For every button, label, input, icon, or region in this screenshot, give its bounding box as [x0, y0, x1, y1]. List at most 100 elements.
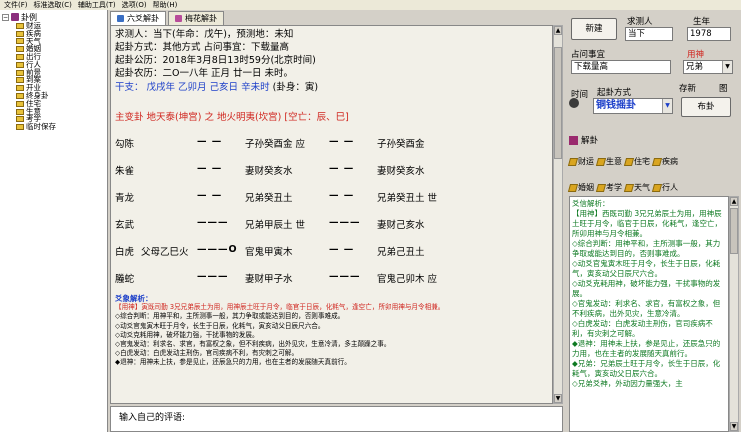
jiegua-label: 解卦: [581, 136, 599, 146]
ben-yao-line: — —: [197, 190, 223, 201]
bian-yao-text: 兄弟己丑土: [377, 247, 425, 258]
folder-icon: [16, 30, 24, 37]
scroll-thumb[interactable]: [554, 47, 562, 159]
quick-quick1-0[interactable]: 财运: [567, 156, 594, 167]
pen-icon: [623, 183, 635, 192]
asker-field[interactable]: 当下: [625, 27, 673, 41]
save-label[interactable]: 存新: [679, 82, 696, 94]
tree-item[interactable]: 婚姻: [2, 45, 107, 53]
matter-field[interactable]: 下载量高: [571, 60, 671, 74]
folder-icon: [16, 85, 24, 92]
scroll-thumb[interactable]: [730, 208, 738, 254]
gua-row: 勾陈 — — 子孙癸酉金 应 — — 子孙癸酉金: [115, 136, 545, 150]
dropdown-icon[interactable]: ▼: [662, 99, 672, 113]
ganzhi-text: 干支： 戊戌年 乙卯月 己亥日 辛未时: [115, 82, 270, 93]
new-button[interactable]: 新建: [571, 18, 617, 40]
gua-row: 玄武 ——— 兄弟甲辰土 世 ——— 妻财己亥水: [115, 217, 545, 231]
bian-yao-line: — —: [329, 190, 355, 201]
tree-item[interactable]: 行人: [2, 60, 107, 69]
tab-meihua[interactable]: 梅花解卦: [168, 11, 224, 25]
tree-item[interactable]: 住宅: [2, 99, 107, 108]
quick-quick1-1[interactable]: 生意: [595, 156, 622, 167]
quick-quick2-1[interactable]: 考学: [595, 182, 622, 193]
chart-label[interactable]: 图: [719, 82, 728, 94]
gua-row: 白虎 父母乙巳火 ———O 官鬼甲寅木 — — 兄弟己丑土: [115, 244, 545, 258]
tree-item[interactable]: 出行: [2, 53, 107, 61]
pen-icon: [567, 183, 579, 192]
quick-quick2-2[interactable]: 天气: [623, 182, 650, 193]
scroll-down-icon[interactable]: ▼: [730, 422, 738, 431]
header-ganzhi: 干支： 戊戌年 乙卯月 己亥日 辛未时 (卦身：寅): [115, 82, 318, 93]
header-lunar-date: 起卦农历：二O一八年 正月 廿一日 未时。: [115, 68, 294, 79]
tree-item[interactable]: 开业: [2, 84, 107, 92]
bian-yao-text: 妻财癸亥水: [377, 166, 425, 177]
tree-root[interactable]: − 卦例: [2, 12, 107, 22]
tree-items: 财运 疾病 天气 婚姻 出行 行人 前景 到案 开业 终身卦 住宅 生意 考学 临时保存: [2, 21, 107, 131]
jiegua-header[interactable]: 解卦: [569, 134, 598, 146]
clock-icon: [569, 98, 579, 108]
quick-quick1-3[interactable]: 疾病: [651, 156, 678, 167]
ben-yao-text: 兄弟甲辰土 世: [245, 220, 306, 231]
bian-yao-line: — —: [329, 244, 355, 255]
right-analysis-text: 爻信解析： 【用神】西既司勤 3兄兄弟辰土为用，用神辰土旺于月令，临官于日辰，化…: [569, 196, 729, 432]
quick-quick1-2[interactable]: 住宅: [623, 156, 650, 167]
tab-doc-icon: [117, 15, 124, 22]
tree-item[interactable]: 到案: [2, 76, 107, 85]
tree-item[interactable]: 临时保存: [2, 123, 107, 131]
analysis-line: 【用神】寅既司勤 3兄兄弟辰土为用，用神辰土旺于月令，临官于日辰，化耗气，逢空亡…: [115, 303, 445, 312]
method-value: 铜钱摇卦: [596, 100, 636, 111]
birth-field[interactable]: 1978: [687, 27, 731, 41]
layout-button[interactable]: 布卦: [681, 97, 731, 117]
bian-yao-line: ———: [329, 217, 361, 228]
quick-quick2-3[interactable]: 行人: [651, 182, 678, 193]
gua-row: 青龙 — — 兄弟癸丑土 — — 兄弟癸丑土 世: [115, 190, 545, 204]
quick-row-2: 婚姻 考学 天气 行人: [567, 182, 678, 193]
tree-item[interactable]: 前景: [2, 68, 107, 77]
pen-icon: [651, 157, 663, 166]
quick-quick2-0[interactable]: 婚姻: [567, 182, 594, 193]
bian-yao-text: 官鬼己卯木 应: [377, 274, 438, 285]
right-text-line: ◇兄弟爻神，外动因力量强大，主: [572, 379, 683, 388]
right-scrollbar[interactable]: ▲ ▼: [729, 196, 739, 432]
liushen: 朱雀: [115, 166, 135, 177]
tree-item-label: 临时保存: [26, 122, 56, 132]
yongshen-select[interactable]: 兄弟 ▼: [683, 60, 733, 74]
right-text-line: ◆兄弟：兄弟辰土旺于月令，长生于日辰，化耗气，寅亥动父日辰六合。: [572, 359, 721, 378]
pen-icon: [651, 183, 663, 192]
pen-icon: [623, 157, 635, 166]
result-panel: 求测人：当下(年命：戊午)，预测地：未知 起卦方式：其他方式 占问事宜：下载量高…: [110, 25, 553, 404]
main-scrollbar[interactable]: ▲ ▼: [553, 25, 563, 404]
scroll-up-icon[interactable]: ▲: [730, 197, 738, 206]
bian-yao-text: 妻财己亥水: [377, 220, 425, 231]
menu-select[interactable]: 标准选取(C): [34, 0, 72, 10]
ben-yao-text: 妻财癸亥水: [245, 166, 293, 177]
comment-input[interactable]: 输入自己的评语:: [110, 406, 563, 432]
analysis-line: ◇白虎发动：白虎发动主刑伤，官司疾病不利，有灾刺之可解。: [115, 349, 299, 358]
menu-options[interactable]: 选项(O): [122, 0, 147, 10]
tree-item[interactable]: 终身卦: [2, 92, 107, 100]
folder-icon: [16, 22, 24, 29]
menu-file[interactable]: 文件(F): [4, 0, 28, 10]
method-select[interactable]: 铜钱摇卦 ▼: [593, 98, 673, 114]
menu-bar: 文件(F) 标准选取(C) 辅助工具(T) 选项(O) 帮助(H): [0, 0, 741, 10]
tree-item[interactable]: 财运: [2, 21, 107, 30]
pen-icon: [567, 157, 579, 166]
liushen: 青龙: [115, 193, 135, 204]
tree-item[interactable]: 天气: [2, 37, 107, 46]
right-text-line: ◇动爻克耗用神，破坏能力强，干扰事物的发展。: [572, 279, 721, 298]
tree-item[interactable]: 疾病: [2, 29, 107, 38]
dropdown-icon[interactable]: ▼: [722, 61, 732, 73]
scroll-down-icon[interactable]: ▼: [554, 394, 562, 403]
ben-yao-line: — —: [197, 136, 223, 147]
menu-tools[interactable]: 辅助工具(T): [78, 0, 116, 10]
ben-yao-text: 官鬼甲寅木: [245, 247, 293, 258]
collapse-icon[interactable]: −: [2, 13, 9, 21]
case-tree: − 卦例 财运 疾病 天气 婚姻 出行 行人 前景 到案 开业 终身卦 住宅 生意 考学 临时保存: [0, 10, 108, 432]
quick-label: 生意: [606, 157, 622, 166]
right-text-line: ◇官鬼发动：利求名、求官，有富权之象，但不利疾病，出外见灾，生意冷清。: [572, 299, 721, 318]
tree-item[interactable]: 生意: [2, 107, 107, 116]
scroll-up-icon[interactable]: ▲: [554, 26, 562, 35]
folder-icon: [16, 38, 24, 45]
menu-help[interactable]: 帮助(H): [153, 0, 178, 10]
tab-liuyao[interactable]: 六爻解卦: [110, 11, 166, 25]
